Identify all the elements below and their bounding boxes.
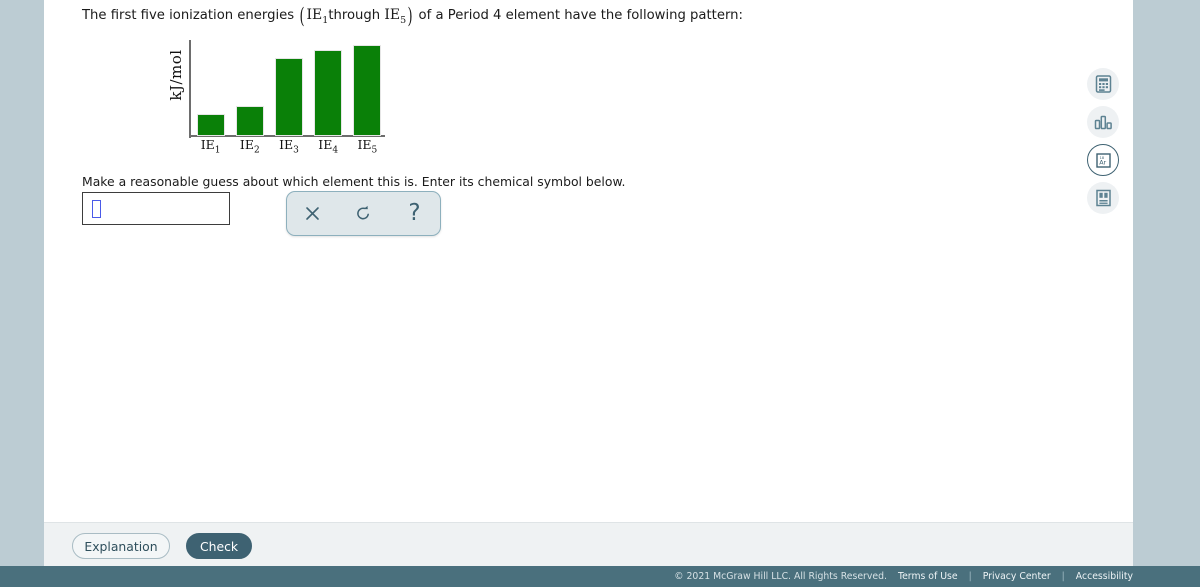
chart-x-tick: IE5: [357, 137, 378, 156]
periodic-element-icon: 18 Ar: [1095, 152, 1112, 169]
chart-x-tick-labels: IE1 IE2 IE3 IE4 IE5: [191, 137, 387, 157]
footer-separator: |: [1061, 571, 1065, 582]
bar-chart-button[interactable]: [1087, 106, 1119, 138]
question-mark-icon: ?: [408, 200, 421, 226]
answer-instruction: Make a reasonable guess about which elem…: [82, 174, 626, 189]
chart-x-tick: IE2: [239, 137, 260, 156]
periodic-table-button[interactable]: 18 Ar: [1087, 144, 1119, 176]
bar-chart-icon: [1094, 114, 1113, 131]
svg-text:Ar: Ar: [1099, 158, 1106, 166]
ie-first: IE1: [306, 7, 329, 26]
rail-slot-periodic-table: 18 Ar: [1081, 144, 1125, 182]
paren-close: ): [407, 4, 413, 28]
tool-rail: 18 Ar: [1081, 68, 1125, 220]
footer-link[interactable]: Accessibility: [1076, 571, 1133, 582]
paren-open: (: [299, 4, 305, 28]
copyright-text: © 2021 McGraw Hill LLC. All Rights Reser…: [674, 571, 887, 582]
calculator-button[interactable]: [1087, 68, 1119, 100]
text-caret: [92, 200, 101, 218]
explanation-button[interactable]: Explanation: [72, 533, 170, 559]
prompt-through: through: [328, 8, 381, 23]
chart-bar: [235, 106, 264, 136]
reference-button[interactable]: [1087, 182, 1119, 214]
undo-icon: [355, 205, 372, 222]
footer-link[interactable]: Terms of Use: [898, 571, 958, 582]
chart-x-tick: IE1: [200, 137, 221, 156]
chart-bar: [353, 45, 382, 136]
chart-bar: [196, 114, 225, 136]
question-prompt: The first five ionization energies (IE1t…: [82, 6, 743, 30]
footer-link[interactable]: Privacy Center: [983, 571, 1051, 582]
rail-slot-bar-chart: [1081, 106, 1125, 144]
close-icon: [305, 206, 320, 221]
help-button[interactable]: ?: [398, 198, 432, 230]
chemical-symbol-input[interactable]: [82, 192, 230, 225]
chart-y-axis-label: kJ/mol: [167, 49, 185, 101]
chart-x-tick: IE4: [318, 137, 339, 156]
clear-button[interactable]: [296, 198, 330, 230]
brand-bar-left: [0, 566, 44, 587]
prompt-lead: The first five ionization energies: [82, 8, 295, 23]
ie-last: IE5: [384, 7, 407, 26]
reference-book-icon: [1095, 189, 1112, 207]
rail-slot-calculator: [1081, 68, 1125, 106]
calculator-icon: [1095, 75, 1112, 93]
input-mini-toolbar: ?: [286, 191, 441, 236]
chart-bar: [275, 58, 303, 136]
question-content: The first five ionization energies (IE1t…: [44, 0, 1133, 522]
question-card: The first five ionization energies (IE1t…: [44, 0, 1133, 566]
footer-links: © 2021 McGraw Hill LLC. All Rights Reser…: [674, 566, 1133, 587]
chart-bar: [314, 50, 343, 136]
ionization-energy-chart: kJ/mol IE1 IE2 IE3 IE4 IE5: [149, 36, 399, 156]
undo-button[interactable]: [347, 198, 381, 230]
check-button[interactable]: Check: [186, 533, 252, 559]
app-root: The first five ionization energies (IE1t…: [0, 0, 1200, 587]
chart-bars: [191, 36, 387, 136]
rail-slot-reference: [1081, 182, 1125, 220]
action-bar: Explanation Check: [44, 522, 1133, 566]
prompt-tail: of a Period 4 element have the following…: [418, 8, 743, 23]
brand-bar: © 2021 McGraw Hill LLC. All Rights Reser…: [44, 566, 1200, 587]
chart-x-tick: IE3: [279, 137, 299, 156]
footer-separator: |: [968, 571, 972, 582]
